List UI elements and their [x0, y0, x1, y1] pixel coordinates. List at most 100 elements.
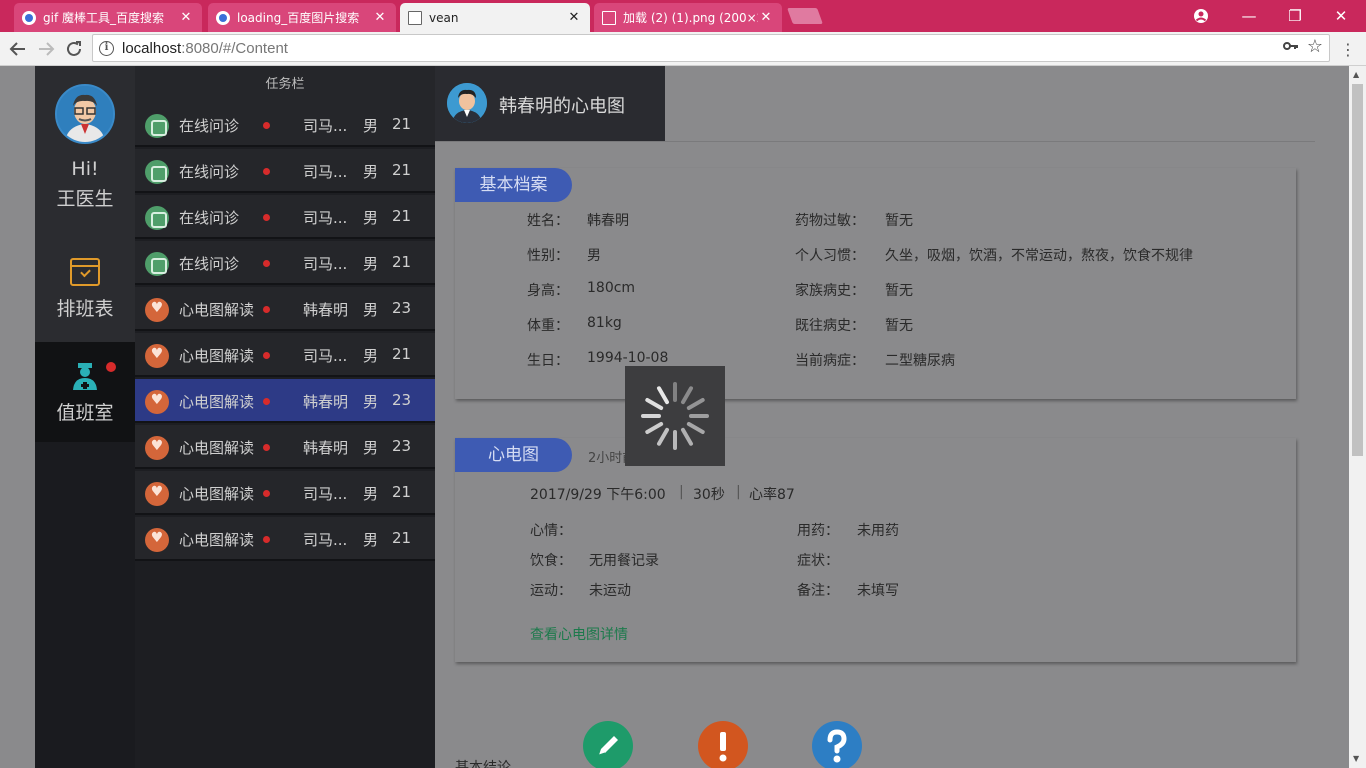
spinner-segment [656, 385, 670, 405]
task-type: 在线问诊 [179, 117, 240, 135]
separator: | [679, 484, 684, 500]
browser-tab-active[interactable]: vean ✕ [400, 3, 590, 32]
minimize-button[interactable]: — [1226, 0, 1272, 32]
star-icon[interactable]: ☆ [1307, 36, 1323, 57]
task-row[interactable]: 在线问诊 司马... 男 21 [135, 103, 435, 147]
doctor-avatar[interactable] [55, 84, 115, 144]
profile-value: 暂无 [885, 318, 913, 334]
spinner-segment [644, 397, 664, 411]
close-icon[interactable]: ✕ [566, 10, 582, 25]
patient-sex: 男 [363, 117, 379, 135]
ecg-datetime: 2017/9/29 下午6:00 [530, 487, 666, 503]
question-icon [827, 729, 847, 763]
task-row[interactable]: 心电图解读 韩春明男 23 [135, 287, 435, 331]
ecg-tag: 心电图 [455, 438, 572, 472]
patient-age: 21 [392, 207, 412, 225]
scroll-down-icon[interactable]: ▼ [1353, 754, 1359, 763]
scroll-up-icon[interactable]: ▲ [1353, 70, 1359, 79]
unread-dot [263, 122, 270, 129]
forward-button[interactable] [34, 37, 58, 61]
ecg-duration: 30秒 [693, 487, 725, 503]
header-divider [435, 141, 1315, 142]
nav-item-duty-room[interactable]: 值班室 [35, 342, 135, 442]
key-icon[interactable] [1283, 39, 1299, 57]
close-icon[interactable]: ✕ [758, 10, 774, 25]
loading-spinner [625, 366, 725, 466]
nav-item-label: 排班表 [56, 298, 114, 320]
task-row[interactable]: 心电图解读 司马... 男 21 [135, 333, 435, 377]
task-row[interactable]: 心电图解读 韩春明男 23 [135, 425, 435, 469]
new-tab-button[interactable] [787, 8, 823, 24]
patient-sex: 男 [363, 485, 379, 503]
consult-icon [145, 206, 169, 230]
menu-icon[interactable]: ⋮ [1336, 37, 1360, 61]
task-type: 心电图解读 [179, 439, 255, 457]
tab-title: gif 魔棒工具_百度搜索 [43, 11, 164, 25]
profile-value: 男 [587, 248, 601, 264]
ecg-value: 未填写 [857, 583, 899, 599]
task-type: 心电图解读 [179, 301, 255, 319]
restore-button[interactable]: ❐ [1272, 0, 1318, 32]
patient-age: 23 [392, 437, 412, 455]
browser-tab[interactable]: gif 魔棒工具_百度搜索 ✕ [14, 3, 202, 32]
patient-sex: 男 [363, 531, 379, 549]
warning-button[interactable] [698, 721, 748, 768]
task-row[interactable]: 在线问诊 司马... 男 21 [135, 195, 435, 239]
patient-name: 司马... [303, 485, 348, 503]
main-content: 韩春明的心电图 基本档案 姓名： 韩春明 性别： 男身高： 180cm 体重： 81kg 生日… [435, 66, 1349, 768]
patient-age: 21 [392, 253, 412, 271]
edit-conclusion-button[interactable] [583, 721, 633, 768]
patient-name: 司马... [303, 255, 348, 273]
task-row[interactable]: 心电图解读 韩春明男 23 [135, 379, 435, 423]
task-row[interactable]: 心电图解读 司马... 男 21 [135, 517, 435, 561]
patient-age: 21 [392, 529, 412, 547]
heart-icon [145, 344, 169, 368]
task-row[interactable]: 心电图解读 司马... 男 21 [135, 471, 435, 515]
ecg-label: 症状： [797, 553, 839, 569]
nav-item-schedule[interactable]: 排班表 [35, 258, 135, 328]
patient-sex: 男 [363, 439, 379, 457]
task-row[interactable]: 在线问诊 司马... 男 21 [135, 149, 435, 193]
patient-sex: 男 [363, 347, 379, 365]
patient-sex: 男 [363, 163, 379, 181]
pencil-icon [598, 736, 618, 756]
ecg-detail-link[interactable]: 查看心电图详情 [530, 624, 628, 644]
browser-tab[interactable]: loading_百度图片搜索 ✕ [208, 3, 396, 32]
patient-name: 司马... [303, 209, 348, 227]
heart-icon [145, 528, 169, 552]
task-panel-title: 任务栏 [135, 66, 435, 103]
tab-title: 加载 (2) (1).png (200×2 [623, 11, 758, 25]
patient-sex: 男 [363, 255, 379, 273]
help-button[interactable] [812, 721, 862, 768]
ecg-label: 备注： [797, 583, 839, 599]
conclusion-label: 基本结论 [455, 760, 511, 768]
profile-value: 81kg [587, 315, 622, 331]
patient-name: 司马... [303, 531, 348, 549]
window-close-button[interactable]: ✕ [1318, 0, 1364, 32]
url-text: localhost:8080/#/Content [122, 40, 288, 57]
baidu-paw-icon [216, 10, 230, 25]
close-icon[interactable]: ✕ [372, 10, 388, 25]
info-icon[interactable]: i [99, 40, 114, 56]
scroll-thumb[interactable] [1352, 84, 1363, 456]
nurse-icon [70, 360, 100, 390]
tab-title: vean [429, 10, 459, 25]
ecg-label: 运动： [530, 583, 572, 599]
browser-tab[interactable]: 加载 (2) (1).png (200×2 ✕ [594, 3, 782, 32]
patient-name: 司马... [303, 347, 348, 365]
account-icon[interactable] [1178, 0, 1224, 32]
close-icon[interactable]: ✕ [178, 10, 194, 25]
unread-dot [263, 306, 270, 313]
url-input[interactable]: i localhost:8080/#/Content ☆ [92, 34, 1330, 62]
unread-dot [263, 398, 270, 405]
back-button[interactable] [6, 37, 30, 61]
unread-dot [263, 352, 270, 359]
profile-label: 个人习惯： [795, 248, 865, 264]
profile-label: 既往病史： [795, 318, 865, 334]
reload-button[interactable] [62, 37, 86, 61]
page-scrollbar[interactable]: ▲ ▼ [1349, 66, 1366, 768]
task-row[interactable]: 在线问诊 司马... 男 21 [135, 241, 435, 285]
spinner-segment [689, 414, 709, 418]
patient-name: 司马... [303, 117, 348, 135]
doctor-name: 王医生 [56, 188, 114, 210]
